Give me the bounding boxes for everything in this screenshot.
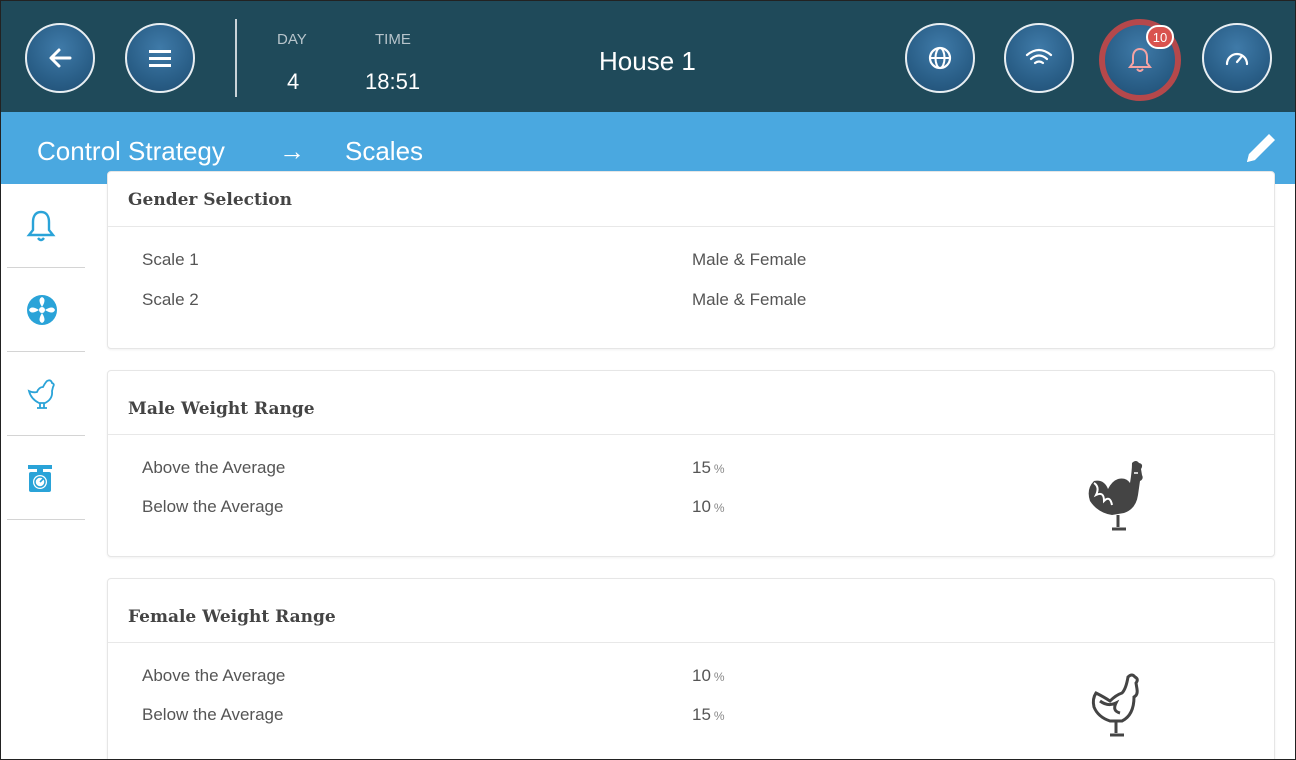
scale-2-label: Scale 2: [142, 290, 199, 309]
male-below-average-value[interactable]: 10%: [692, 497, 725, 517]
female-weight-range-card: Female Weight Range Above the Average 10…: [107, 578, 1275, 759]
gender-selection-card: Gender Selection Scale 1 Male & Female S…: [107, 171, 1275, 349]
breadcrumb-separator: →: [279, 136, 305, 166]
alarm-count-badge: 10: [1146, 25, 1174, 49]
rooster-icon: [27, 378, 55, 409]
hen-icon: [1091, 673, 1139, 737]
scale-icon: [28, 464, 52, 492]
day-label: DAY: [277, 31, 307, 48]
menu-button[interactable]: [125, 23, 195, 93]
female-weight-range-title: Female Weight Range: [128, 607, 336, 627]
day-value: 4: [287, 69, 300, 94]
bell-icon: [1128, 47, 1152, 72]
bell-icon: [26, 210, 56, 241]
gauge-icon: [1225, 52, 1249, 66]
hamburger-icon: [149, 50, 171, 67]
male-weight-range-card: Male Weight Range Above the Average 15% …: [107, 370, 1275, 557]
nav-item-birds[interactable]: [7, 352, 85, 436]
card-divider: [108, 642, 1274, 643]
male-above-average-label: Above the Average: [142, 458, 286, 477]
divider: [235, 19, 237, 97]
male-weight-range-title: Male Weight Range: [128, 399, 315, 419]
network-button[interactable]: [1004, 23, 1074, 93]
scale-1-label: Scale 1: [142, 250, 199, 269]
language-button[interactable]: [905, 23, 975, 93]
scale-1-gender-value[interactable]: Male & Female: [692, 250, 806, 270]
time-value: 18:51: [365, 69, 421, 94]
globe-icon: [928, 46, 952, 70]
female-above-average-value[interactable]: 10%: [692, 666, 725, 686]
back-button[interactable]: [25, 23, 95, 93]
wifi-icon: [1025, 48, 1053, 65]
side-nav: [1, 184, 87, 759]
breadcrumb-parent[interactable]: Control Strategy: [37, 136, 225, 167]
female-below-average-value[interactable]: 15%: [692, 705, 725, 725]
nav-item-alarms[interactable]: [7, 184, 85, 268]
male-below-average-label: Below the Average: [142, 497, 284, 516]
gender-selection-title: Gender Selection: [128, 190, 292, 210]
dashboard-button[interactable]: [1202, 23, 1272, 93]
rooster-icon: [1088, 461, 1143, 531]
house-title: House 1: [599, 46, 696, 76]
female-above-average-label: Above the Average: [142, 666, 286, 685]
top-bar: DAY 4 TIME 18:51 House 1 10: [1, 1, 1295, 112]
fan-icon: [27, 294, 57, 325]
female-below-average-label: Below the Average: [142, 705, 284, 724]
nav-item-ventilation[interactable]: [7, 268, 85, 352]
male-above-average-value[interactable]: 15%: [692, 458, 725, 478]
app-frame: DAY 4 TIME 18:51 House 1 10 Control Stra…: [0, 0, 1296, 760]
card-divider: [108, 434, 1274, 435]
card-divider: [108, 226, 1274, 227]
edit-button[interactable]: [1241, 128, 1281, 168]
nav-item-scales[interactable]: [7, 436, 85, 520]
scale-2-gender-value[interactable]: Male & Female: [692, 290, 806, 310]
arrow-left-icon: [49, 48, 72, 68]
time-label: TIME: [375, 31, 411, 48]
breadcrumb-current: Scales: [345, 136, 424, 166]
